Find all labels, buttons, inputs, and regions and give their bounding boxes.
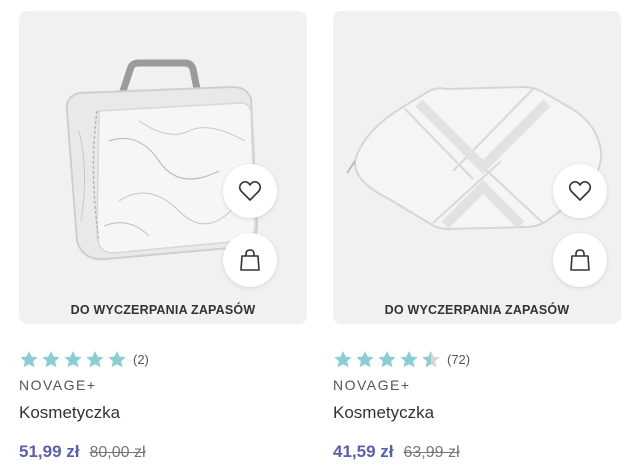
old-price: 80,00 zł bbox=[89, 444, 146, 461]
star-icon bbox=[356, 351, 374, 368]
current-price: 41,59 zł bbox=[333, 442, 394, 461]
rating-stars bbox=[19, 350, 127, 369]
product-card[interactable]: DO WYCZERPANIA ZAPASÓW (72) NOVAGE+ Kosm… bbox=[333, 11, 621, 461]
current-price: 51,99 zł bbox=[19, 442, 80, 461]
star-icon bbox=[378, 351, 396, 368]
add-to-cart-button[interactable] bbox=[553, 233, 607, 287]
wishlist-button[interactable] bbox=[553, 164, 607, 218]
star-icon bbox=[400, 351, 418, 368]
star-icon bbox=[334, 351, 352, 368]
product-name[interactable]: Kosmetyczka bbox=[333, 403, 434, 423]
star-half-icon bbox=[422, 351, 440, 368]
add-to-cart-button[interactable] bbox=[223, 233, 277, 287]
product-card[interactable]: DO WYCZERPANIA ZAPASÓW (2) NOVAGE+ Kosme… bbox=[19, 11, 307, 461]
rating-stars bbox=[333, 350, 441, 369]
heart-icon bbox=[568, 180, 592, 201]
star-icon bbox=[64, 351, 82, 368]
product-name[interactable]: Kosmetyczka bbox=[19, 403, 120, 423]
product-rating[interactable]: (2) bbox=[19, 350, 149, 369]
rating-count: (72) bbox=[447, 352, 471, 367]
star-icon bbox=[42, 351, 60, 368]
heart-icon bbox=[238, 180, 262, 201]
product-image-area[interactable]: DO WYCZERPANIA ZAPASÓW bbox=[333, 11, 621, 324]
rating-count: (2) bbox=[133, 352, 149, 367]
product-prices: 41,59 zł 63,99 zł bbox=[333, 442, 460, 462]
star-icon bbox=[86, 351, 104, 368]
product-image-area[interactable]: DO WYCZERPANIA ZAPASÓW bbox=[19, 11, 307, 324]
product-rating[interactable]: (72) bbox=[333, 350, 470, 369]
stock-label: DO WYCZERPANIA ZAPASÓW bbox=[70, 303, 256, 317]
old-price: 63,99 zł bbox=[403, 444, 460, 461]
star-icon bbox=[20, 351, 38, 368]
shopping-bag-icon bbox=[570, 249, 590, 271]
wishlist-button[interactable] bbox=[223, 164, 277, 218]
product-brand: NOVAGE+ bbox=[333, 377, 411, 393]
star-icon bbox=[108, 351, 126, 368]
product-brand: NOVAGE+ bbox=[19, 377, 97, 393]
stock-label: DO WYCZERPANIA ZAPASÓW bbox=[384, 303, 570, 317]
shopping-bag-icon bbox=[240, 249, 260, 271]
product-prices: 51,99 zł 80,00 zł bbox=[19, 442, 146, 462]
